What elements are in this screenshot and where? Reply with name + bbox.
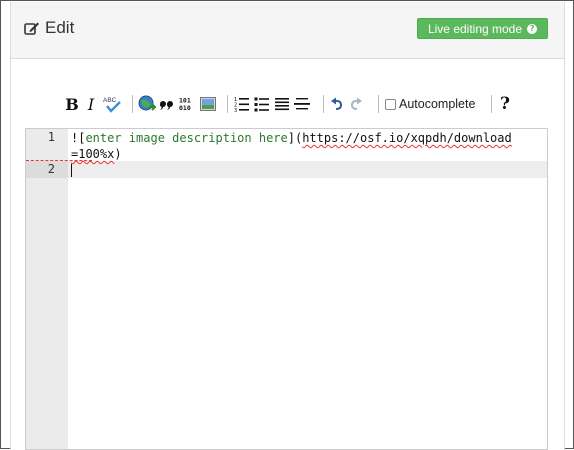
text-cursor (71, 164, 72, 177)
autocomplete-label: Autocomplete (399, 97, 476, 111)
autocomplete-checkbox[interactable] (385, 98, 396, 110)
numbered-list-icon: 1 2 3 (234, 97, 249, 112)
toolbar-separator (378, 95, 379, 113)
live-editing-label: Live editing mode (427, 21, 523, 36)
code-button[interactable]: 101 010 (178, 94, 196, 114)
image-url: https://osf.io/xqpdh/download (302, 131, 512, 145)
active-line-highlight (68, 161, 547, 178)
line-number: 1 (47, 130, 55, 144)
page-title: Edit (24, 18, 74, 38)
panel-heading: Edit Live editing mode ? (10, 2, 565, 59)
live-editing-mode-button[interactable]: Live editing mode ? (417, 18, 548, 39)
undo-button[interactable] (329, 94, 345, 114)
quote-icon (159, 101, 173, 110)
help-button[interactable]: ? (497, 94, 513, 114)
image-icon (200, 97, 216, 111)
question-circle-icon: ? (527, 23, 538, 34)
spellcheck-icon: ABC (103, 97, 121, 113)
insert-link-button[interactable] (138, 94, 156, 114)
heading-button[interactable] (273, 94, 290, 114)
image-syntax-close: ) (114, 147, 122, 161)
toolbar-separator (491, 95, 492, 113)
markdown-editor[interactable]: 1 2 ![enter image description here](http… (25, 128, 548, 450)
insert-image-button[interactable] (199, 94, 217, 114)
undo-icon (331, 97, 343, 110)
edit-icon (24, 22, 39, 35)
bulleted-list-icon (254, 97, 269, 112)
heading-icon (274, 98, 289, 111)
toolbar-separator (323, 95, 324, 113)
editor-window: Edit Live editing mode ? B I ABC 101 010… (0, 0, 574, 450)
toolbar-separator (227, 95, 228, 113)
editor-toolbar: B I ABC 101 010 1 2 3 Autocomplete ? (1, 94, 574, 114)
blockquote-button[interactable] (158, 94, 174, 114)
image-alt-text: enter image description here (85, 131, 287, 145)
title-label: Edit (45, 18, 75, 37)
link-globe-icon (138, 95, 156, 111)
image-syntax-open: ![ (71, 131, 86, 145)
image-syntax-mid: ]( (287, 131, 303, 145)
redo-icon (350, 97, 362, 110)
horizontal-rule-button[interactable] (293, 94, 310, 114)
spellcheck-text: ABC (103, 97, 117, 104)
toolbar-separator (132, 95, 133, 113)
image-size-param: =100%x (71, 147, 115, 161)
svg-text:3: 3 (234, 108, 237, 112)
binary-bottom-text: 010 (179, 104, 191, 112)
help-icon: ? (500, 94, 510, 114)
bold-button[interactable]: B (64, 94, 80, 114)
redo-button[interactable] (348, 94, 364, 114)
bulleted-list-button[interactable] (253, 94, 270, 114)
code-line-1[interactable]: ![enter image description here](https://… (71, 130, 512, 146)
italic-icon: I (87, 94, 95, 114)
numbered-list-button[interactable]: 1 2 3 (233, 94, 250, 114)
italic-button[interactable]: I (83, 94, 99, 114)
alt-text: enter image description here (85, 131, 288, 145)
autocomplete-toggle[interactable]: Autocomplete (385, 94, 475, 114)
spellcheck-button[interactable]: ABC (102, 94, 122, 114)
bold-icon: B (65, 94, 79, 114)
horizontal-rule-icon (293, 98, 310, 110)
line-number: 2 (47, 162, 55, 176)
code-line-1-wrap[interactable]: =100%x) (71, 146, 122, 162)
binary-code-icon: 101 010 (179, 97, 191, 113)
